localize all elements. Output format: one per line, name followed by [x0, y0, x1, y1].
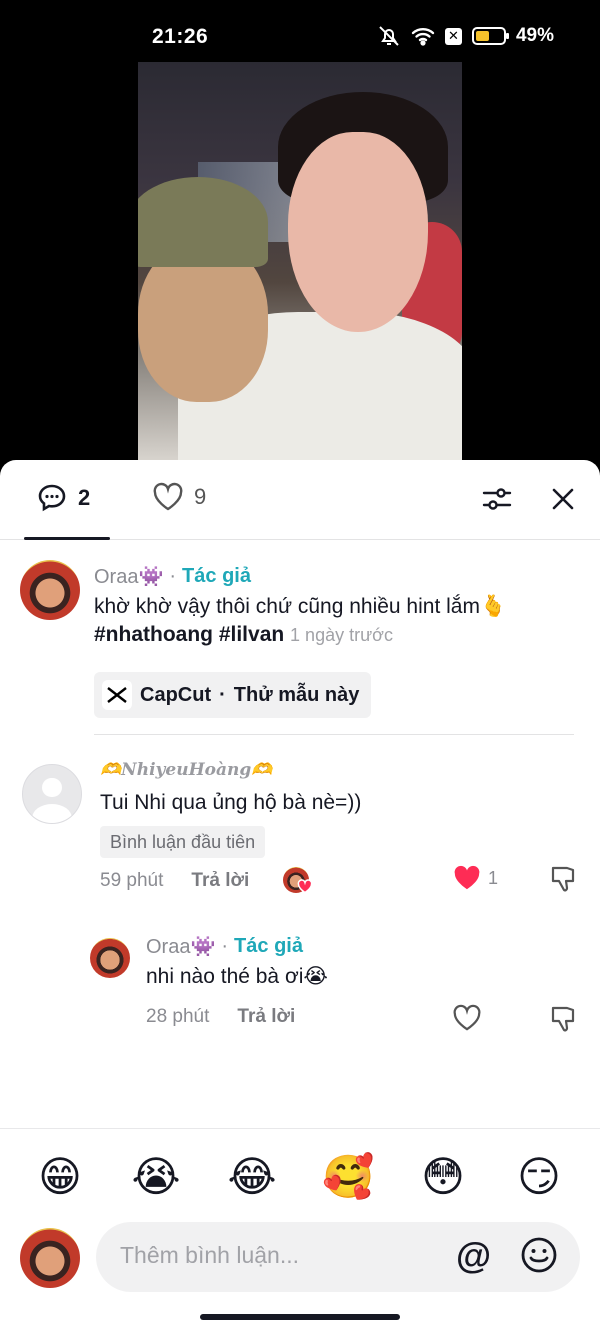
avatar[interactable]	[90, 938, 130, 978]
status-icons: ✕ 49%	[377, 24, 554, 48]
close-icon	[552, 488, 574, 510]
tab-underline	[24, 537, 110, 540]
emoji-smirk-button[interactable]: 😏	[514, 1153, 564, 1201]
avatar[interactable]	[20, 560, 80, 620]
comment-time: 1 ngày trước	[290, 625, 393, 645]
tab-likes[interactable]: 9	[152, 482, 206, 512]
my-avatar	[20, 1228, 80, 1288]
emoji-joy-button[interactable]: 😂	[227, 1153, 277, 1201]
emoji-crying-button[interactable]: 😭	[131, 1153, 181, 1201]
video-player[interactable]	[138, 62, 462, 462]
sliders-icon	[482, 488, 512, 510]
comment-author-line: Oraa👾 · Tác giả	[94, 564, 251, 589]
heart-outline-icon	[453, 1004, 481, 1031]
heart-outline-icon	[153, 482, 183, 511]
emoji-love-button[interactable]: 🥰	[322, 1153, 374, 1201]
capcut-action: Thử mẫu này	[233, 683, 360, 706]
mention-icon[interactable]: @	[456, 1236, 491, 1276]
filter-button[interactable]	[480, 482, 514, 516]
liked-by-author-icon	[283, 867, 313, 895]
reply-button[interactable]: Trả lời	[237, 1006, 295, 1028]
comment-text: khờ khờ vậy thôi chứ cũng nhiều hint lắm…	[94, 595, 507, 618]
heart-filled-icon	[454, 865, 480, 890]
author-tag: Tác giả	[182, 565, 251, 587]
tab-comments[interactable]: 2	[36, 482, 90, 514]
home-indicator[interactable]	[200, 1314, 400, 1320]
comment-input[interactable]: Thêm bình luận... @	[96, 1222, 580, 1292]
comment-like-button[interactable]: 1	[452, 864, 498, 892]
reply-author[interactable]: Oraa👾	[146, 934, 215, 959]
reply-meta: 28 phút Trả lời	[146, 1006, 295, 1028]
emoji-bar: 😁 😭 😂 🥰 😳 😏	[0, 1128, 600, 1222]
battery-icon	[471, 27, 509, 45]
emoji-picker-icon[interactable]	[520, 1236, 558, 1279]
emoji-grin-button[interactable]: 😁	[35, 1153, 85, 1201]
comment-text: Tui Nhi qua ủng hộ bà nè=))	[100, 791, 362, 814]
comment-like-count: 1	[488, 867, 499, 888]
comment-count: 2	[78, 485, 91, 510]
status-time: 21:26	[152, 25, 209, 48]
wifi-icon	[411, 28, 435, 46]
reply-text: nhi nào thé bà ơi😭	[146, 965, 328, 988]
comment-input-placeholder: Thêm bình luận...	[120, 1242, 299, 1268]
comment-meta: 59 phút Trả lời	[100, 866, 580, 896]
comment-author[interactable]: 🫶NhiyeuHoàng🫶	[100, 760, 272, 780]
reply-author-line: Oraa👾 · Tác giả	[146, 934, 303, 959]
dislike-button[interactable]	[550, 864, 578, 899]
hashtag-link[interactable]: #nhathoang #lilvan	[94, 623, 284, 646]
capcut-app-name: CapCut	[140, 683, 212, 706]
close-box-icon: ✕	[444, 27, 462, 45]
comment-author[interactable]: Oraa👾	[94, 564, 163, 589]
thumbs-down-icon	[551, 866, 575, 892]
battery-percent: 49%	[515, 25, 554, 46]
reply-dislike-button[interactable]	[550, 1004, 578, 1039]
video-cap	[138, 177, 268, 267]
bell-muted-icon	[379, 26, 399, 46]
reply-button[interactable]: Trả lời	[191, 870, 249, 892]
comment-input-row: Thêm bình luận... @	[0, 1222, 600, 1302]
reply-time: 28 phút	[146, 1006, 210, 1027]
comment-tags-line: #nhathoang #lilvan 1 ngày trước	[94, 620, 574, 650]
video-face-right	[288, 132, 428, 332]
capcut-separator: ·	[219, 683, 226, 706]
avatar[interactable]	[22, 764, 82, 824]
reply-like-button[interactable]	[452, 1004, 482, 1037]
emoji-flushed-button[interactable]: 😳	[418, 1153, 468, 1201]
thumbs-down-icon	[551, 1006, 575, 1032]
author-tag: Tác giả	[234, 935, 303, 957]
capcut-logo-icon	[102, 680, 132, 710]
close-button[interactable]	[546, 482, 580, 516]
comment-bubble-icon	[38, 484, 66, 512]
like-count: 9	[194, 484, 207, 509]
divider	[94, 734, 574, 735]
capcut-template-button[interactable]: CapCut · Thử mẫu này	[94, 672, 372, 718]
first-comment-badge: Bình luận đầu tiên	[100, 826, 266, 858]
sheet-header: 2 9	[0, 460, 600, 540]
comment-time: 59 phút	[100, 870, 164, 891]
